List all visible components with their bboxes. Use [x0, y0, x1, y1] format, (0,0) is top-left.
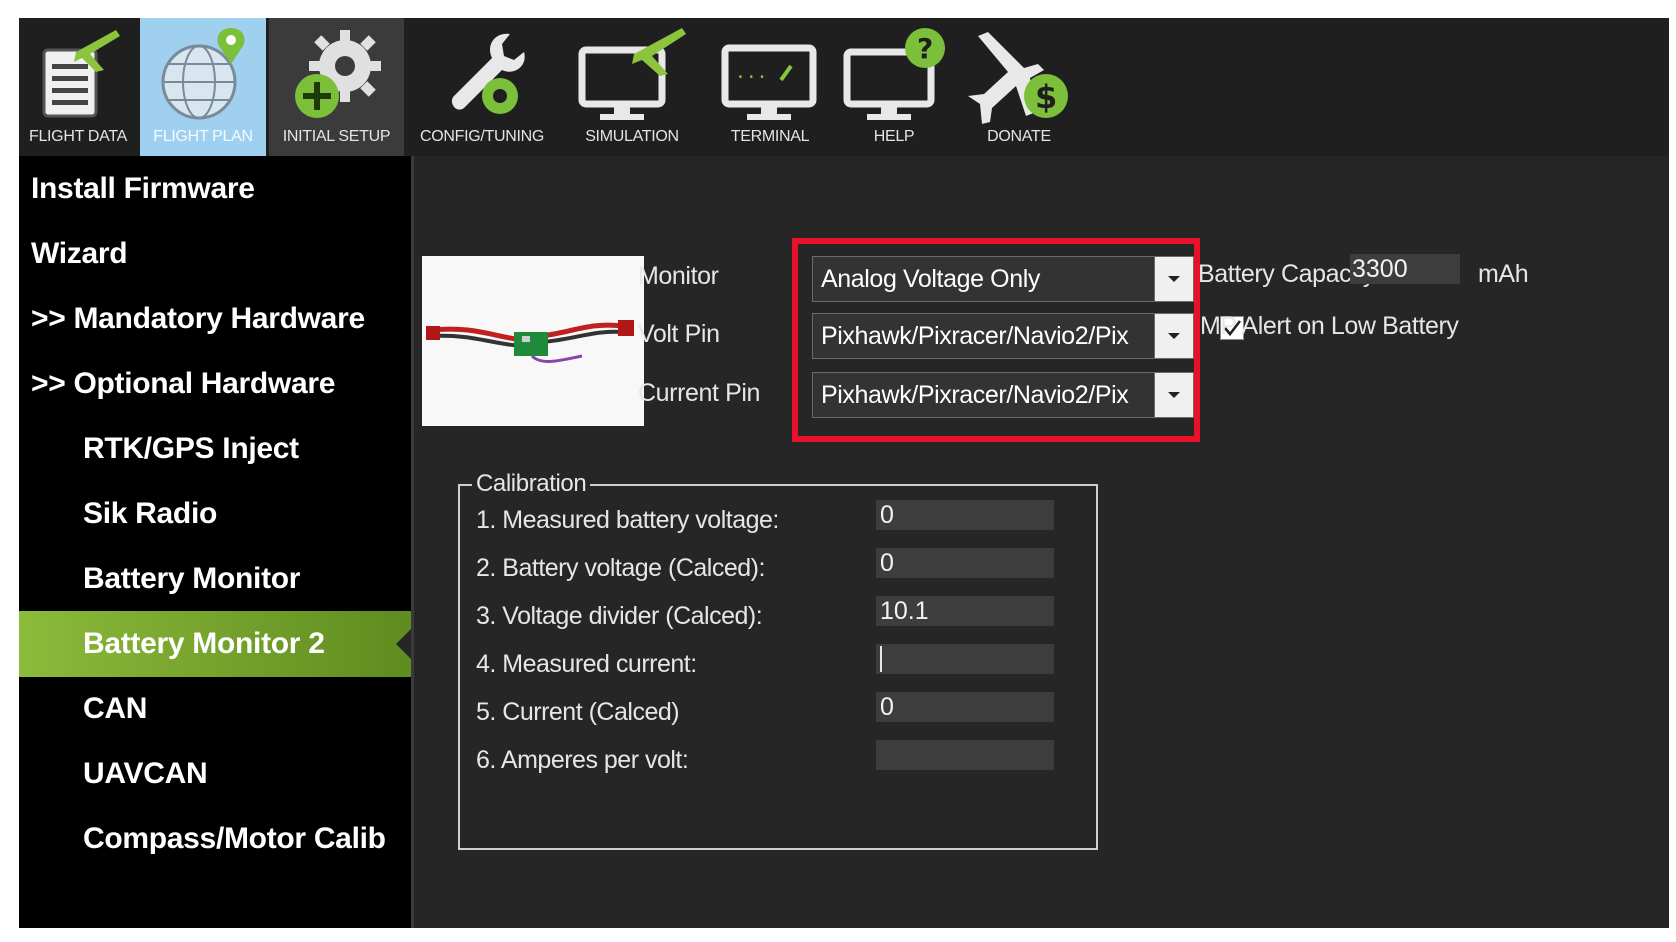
- sidebar-item-can[interactable]: CAN: [19, 676, 411, 742]
- config-tuning-label: CONFIG/TUNING: [419, 128, 545, 145]
- flight-data-label: FLIGHT DATA: [28, 128, 128, 145]
- flight-data-button[interactable]: FLIGHT DATA: [19, 18, 137, 156]
- sidebar-item-compass-motor-calib[interactable]: Compass/Motor Calib: [19, 806, 411, 872]
- flight-plan-button[interactable]: FLIGHT PLAN: [140, 18, 266, 156]
- sidebar-item-battery-monitor[interactable]: Battery Monitor: [19, 546, 411, 612]
- battery-capacity-label: Battery Capacity: [1198, 260, 1376, 288]
- help-icon: ?: [843, 28, 945, 120]
- sidebar-item-uavcan[interactable]: UAVCAN: [19, 741, 411, 807]
- sidebar-item-wizard[interactable]: Wizard: [19, 221, 411, 287]
- battery-monitor-2-panel: Monitor Volt Pin Current Pin Analog Volt…: [414, 156, 1669, 928]
- simulation-button[interactable]: SIMULATION: [562, 18, 702, 156]
- highlight-box: [792, 238, 1200, 442]
- sidebar-item-battery-monitor-2[interactable]: Battery Monitor 2: [19, 611, 411, 677]
- calib-row-label: 6. Amperes per volt:: [476, 746, 689, 774]
- sidebar-item-sik-radio[interactable]: Sik Radio: [19, 481, 411, 547]
- svg-text:?: ?: [917, 32, 933, 65]
- flight-data-icon: [42, 30, 120, 118]
- initial-setup-label: INITIAL SETUP: [282, 128, 391, 145]
- calibration-group: Calibration 1. Measured battery voltage:…: [458, 470, 1098, 850]
- battery-voltage-calced-input[interactable]: 0: [876, 548, 1054, 578]
- amperes-per-volt-input[interactable]: [876, 740, 1054, 770]
- help-label: HELP: [873, 128, 915, 145]
- terminal-icon: ...: [721, 44, 817, 120]
- sidebar-item-rtk-gps-inject[interactable]: RTK/GPS Inject: [19, 416, 411, 482]
- mp-alert-label: MP Alert on Low Battery: [1200, 312, 1459, 340]
- sidebar-item-optional-hardware[interactable]: >> Optional Hardware: [19, 351, 411, 417]
- terminal-label: TERMINAL: [730, 128, 810, 145]
- calib-row-label: 3. Voltage divider (Calced):: [476, 602, 763, 630]
- setup-sidebar: Install Firmware Wizard >> Mandatory Har…: [19, 156, 414, 928]
- power-module-picture: [426, 320, 634, 363]
- main-toolbar: FLIGHT DATA FLIGHT PLAN INITIAL SETUP CO…: [19, 18, 1669, 156]
- config-tuning-button[interactable]: CONFIG/TUNING: [407, 18, 557, 156]
- measured-battery-voltage-input[interactable]: 0: [876, 500, 1054, 530]
- svg-text:$: $: [1035, 78, 1057, 116]
- calibration-title: Calibration: [472, 470, 591, 498]
- sidebar-item-label: Battery Monitor 2: [83, 627, 325, 660]
- calib-row-label: 1. Measured battery voltage:: [476, 506, 779, 534]
- current-calced-input[interactable]: 0: [876, 692, 1054, 722]
- power-module-image: [422, 256, 644, 426]
- sidebar-item-mandatory-hardware[interactable]: >> Mandatory Hardware: [19, 286, 411, 352]
- config-tuning-icon: [451, 33, 525, 114]
- flight-plan-label: FLIGHT PLAN: [153, 128, 253, 145]
- calib-row-label: 4. Measured current:: [476, 650, 697, 678]
- sidebar-item-install-firmware[interactable]: Install Firmware: [19, 156, 411, 222]
- battery-capacity-unit: mAh: [1478, 260, 1529, 288]
- current-pin-label: Current Pin: [638, 379, 761, 407]
- simulation-icon: [578, 28, 686, 120]
- text-cursor: [880, 646, 882, 672]
- calib-row-label: 2. Battery voltage (Calced):: [476, 554, 765, 582]
- calib-row-label: 5. Current (Calced): [476, 698, 680, 726]
- volt-pin-label: Volt Pin: [638, 320, 720, 348]
- mission-planner-window: FLIGHT DATA FLIGHT PLAN INITIAL SETUP CO…: [19, 18, 1669, 928]
- donate-button[interactable]: $ DONATE: [959, 18, 1079, 156]
- terminal-button[interactable]: ... TERMINAL: [707, 18, 833, 156]
- initial-setup-icon: [294, 30, 381, 118]
- svg-text:...: ...: [735, 62, 768, 83]
- help-button[interactable]: ? HELP: [834, 18, 954, 156]
- flight-plan-icon: [161, 28, 245, 120]
- monitor-label: Monitor: [638, 262, 719, 290]
- voltage-divider-calced-input[interactable]: 10.1: [876, 596, 1054, 626]
- donate-icon: $: [968, 32, 1068, 124]
- measured-current-input[interactable]: [876, 644, 1054, 674]
- simulation-label: SIMULATION: [585, 128, 679, 145]
- initial-setup-button[interactable]: INITIAL SETUP: [269, 18, 404, 156]
- battery-capacity-input[interactable]: 3300: [1350, 254, 1460, 284]
- donate-label: DONATE: [987, 128, 1051, 145]
- selected-indicator: [396, 629, 411, 659]
